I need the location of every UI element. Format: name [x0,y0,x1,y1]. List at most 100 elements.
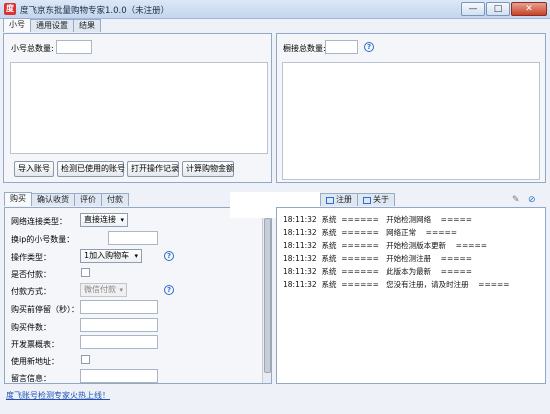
connection-type-label: 网络连接类型： [11,217,67,226]
log-time: 18:11:32 [283,280,317,289]
new-address-checkbox[interactable] [81,355,90,364]
log-entry: 18:11:32 系统 ====== 此版本为最新 ===== [283,266,472,277]
log-separator: ===== [440,254,473,263]
operation-type-select[interactable]: 1加入购物车 ▾ [80,249,142,263]
log-panel: 18:11:32 系统 ====== 开始检测网络 ===== 18:11:32… [276,207,546,384]
pay-label: 是否付款： [11,270,51,279]
per-ip-field[interactable] [108,231,158,245]
log-separator: ====== [341,215,379,224]
settings-icon[interactable]: ⊘ [528,195,536,205]
clear-log-icon[interactable]: ✎ [512,195,520,205]
log-time: 18:11:32 [283,267,317,276]
minimize-button[interactable]: — [461,2,485,16]
log-separator: ===== [425,228,458,237]
invoice-header-label: 开发票概表： [11,340,59,349]
log-message: 开始检测网络 [386,215,432,224]
tab-review[interactable]: 评价 [74,193,102,206]
link-count-field[interactable] [325,40,358,54]
log-message: 开始检测版本更新 [386,241,447,250]
promo-link[interactable]: 度飞账号检测专家火热上线！ [6,390,110,401]
main-tab-bar: 小号 通用设置 结果 [3,18,101,32]
calculate-amount-button[interactable]: 计算购物金额 [182,161,234,177]
tab-payment[interactable]: 付款 [101,193,129,206]
log-separator: ====== [341,267,379,276]
check-used-accounts-button[interactable]: 检测已使用的账号 [57,161,125,177]
wait-before-buy-field[interactable] [80,300,158,314]
connection-type-select[interactable]: 直接连接 ▾ [80,213,128,227]
log-separator: ====== [341,228,379,237]
pay-checkbox[interactable] [81,268,90,277]
tab-about-label: 关于 [373,195,389,204]
app-logo-icon: 度 [4,3,16,15]
account-count-label: 小号总数量: [11,44,54,53]
pay-method-label: 付款方式： [11,287,51,296]
monitor-icon [326,196,334,204]
open-operation-log-button[interactable]: 打开操作记录 [127,161,179,177]
log-source: 系统 [321,228,337,237]
chevron-down-icon: ▾ [134,252,138,260]
operation-type-label: 操作类型： [11,253,51,262]
bottom-tab-bar: 购买 确认收货 评价 付款 [4,192,129,206]
log-source: 系统 [321,254,337,263]
link-list[interactable] [282,62,540,180]
log-source: 系统 [321,280,337,289]
log-separator: ====== [341,241,379,250]
tab-results[interactable]: 结果 [73,19,101,32]
account-count-field[interactable] [56,40,92,54]
tab-accounts[interactable]: 小号 [3,18,31,32]
maximize-button[interactable]: □ [486,2,510,16]
purchase-settings-panel: 网络连接类型： 直接连接 ▾ 换ip的小号数量： 操作类型： 1加入购物车 ▾ ? … [4,207,272,384]
log-message: 开始检测注册 [386,254,432,263]
window-title: 度飞京东批量购物专家1.0.0（未注册） [20,6,170,16]
invoice-header-field[interactable] [80,335,158,349]
log-tab-bar: 注册 关于 [320,193,395,207]
connection-type-value: 直接连接 [84,215,116,224]
title-bar: 度 度飞京东批量购物专家1.0.0（未注册） — □ ✕ [0,0,550,19]
tab-purchase[interactable]: 购买 [4,192,32,206]
link-count-label: 橱接总数量: [283,44,326,53]
tab-register-label: 注册 [336,195,352,204]
tab-confirm-receipt[interactable]: 确认收货 [31,193,75,206]
log-separator: ====== [341,254,379,263]
log-time: 18:11:32 [283,254,317,263]
log-separator: ===== [440,267,473,276]
accounts-panel: 小号总数量: 导入账号 检测已使用的账号 打开操作记录 计算购物金额 [3,33,272,183]
monitor-icon [363,196,371,204]
log-message: 您没有注册，请及时注册 [386,280,469,289]
close-button[interactable]: ✕ [511,2,547,16]
form-scrollbar-thumb[interactable] [264,218,271,373]
message-field[interactable] [80,369,158,383]
buy-quantity-field[interactable] [80,318,158,332]
log-entry: 18:11:32 系统 ====== 开始检测网络 ===== [283,214,472,225]
new-address-label: 使用新地址： [11,357,59,366]
log-source: 系统 [321,215,337,224]
link-panel: 橱接总数量: ? [276,33,546,183]
log-separator: ===== [478,280,510,289]
log-entry: 18:11:32 系统 ====== 开始检测注册 ===== [283,253,472,264]
log-entry: 18:11:32 系统 ====== 开始检测版本更新 ===== [283,240,487,251]
log-message: 网络正常 [386,228,417,237]
message-label: 留言信息： [11,374,51,383]
per-ip-label: 换ip的小号数量： [11,235,75,244]
log-time: 18:11:32 [283,228,317,237]
import-accounts-button[interactable]: 导入账号 [14,161,54,177]
pay-method-select[interactable]: 微信付款 ▾ [80,283,127,297]
log-separator: ===== [440,215,473,224]
help-icon[interactable]: ? [164,251,174,261]
tab-register[interactable]: 注册 [320,193,358,206]
tab-about[interactable]: 关于 [357,193,395,206]
log-source: 系统 [321,267,337,276]
pay-method-value: 微信付款 [84,285,116,294]
log-entry: 18:11:32 系统 ====== 网络正常 ===== [283,227,457,238]
chevron-down-icon: ▾ [119,286,123,294]
help-icon[interactable]: ? [164,285,174,295]
tab-general-settings[interactable]: 通用设置 [30,19,74,32]
help-icon[interactable]: ? [364,42,374,52]
buy-quantity-label: 购买件数： [11,323,51,332]
form-scrollbar[interactable] [262,208,271,383]
log-source: 系统 [321,241,337,250]
account-list[interactable] [10,62,268,154]
log-time: 18:11:32 [283,241,317,250]
log-separator: ====== [341,280,379,289]
chevron-down-icon: ▾ [120,216,124,224]
